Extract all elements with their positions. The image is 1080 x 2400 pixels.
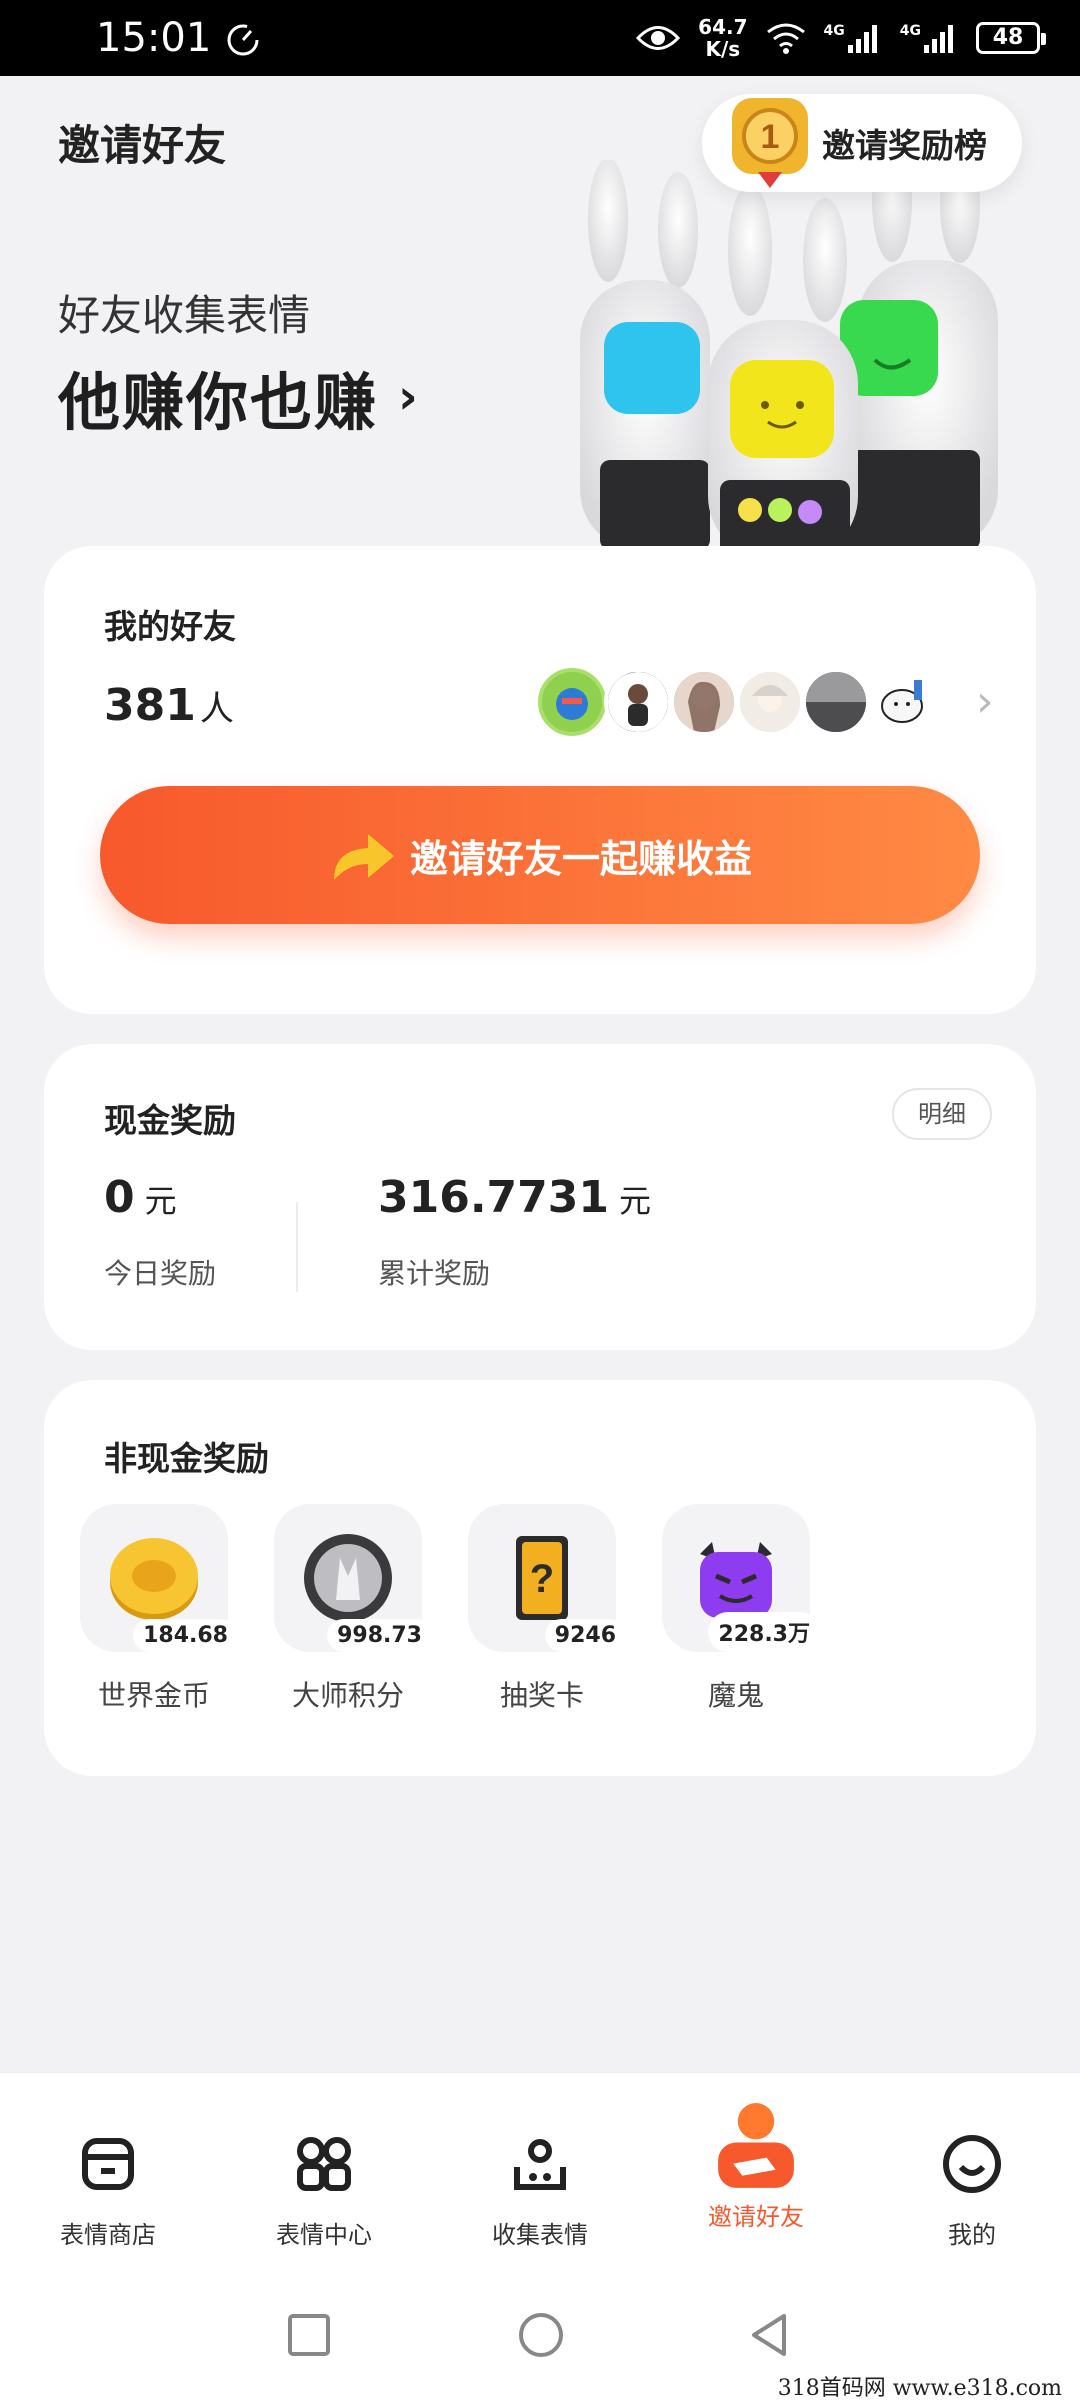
bottom-nav: 表情商店 表情中心 收集表情 邀请好友 我的 (0, 2072, 1080, 2292)
reward-name: 世界金币 (97, 1679, 210, 1712)
battery-icon: 48 (976, 22, 1046, 54)
friend-avatars[interactable] (538, 668, 936, 736)
mascot-illustration (580, 160, 998, 560)
nav-tab-collect[interactable]: 收集表情 (460, 2131, 620, 2250)
cash-reward-title: 现金奖励 (104, 1101, 236, 1140)
cash-reward-card: 现金奖励 明细 0元 今日奖励 316.7731 元 累计奖励 (44, 1044, 1036, 1350)
invite-friends-label: 邀请好友一起赚收益 (409, 836, 752, 881)
my-friends-title: 我的好友 (104, 607, 236, 646)
svg-text:?: ? (530, 1557, 554, 1601)
nav-label: 表情中心 (276, 2221, 372, 2249)
hero-headline-link[interactable]: 他赚你也赚 › (58, 352, 420, 442)
reward-item-lottery-card[interactable]: ? 9246 抽奖卡 (468, 1504, 626, 1714)
noncash-reward-list: 184.68 世界金币 998.73 大师积分 ? 9246 抽奖卡 228.3… (80, 1504, 820, 1714)
reward-icon-box: 184.68 (80, 1504, 238, 1652)
reward-ranking-button[interactable]: 1 邀请奖励榜 (702, 94, 1022, 192)
smile-icon (943, 2135, 1001, 2193)
divider (296, 1202, 298, 1292)
friend-count-unit: 人 (199, 689, 234, 729)
chevron-right-icon[interactable]: › (976, 676, 994, 727)
signal-bars-icon (847, 25, 877, 53)
nav-label: 邀请好友 (708, 2203, 804, 2231)
status-time: 15:01 (96, 15, 212, 61)
eye-icon (636, 26, 681, 50)
nav-tab-emoji-center[interactable]: 表情中心 (244, 2131, 404, 2250)
avatar (604, 668, 672, 736)
total-reward-value: 316.7731 元 (378, 1172, 652, 1223)
signal-1: 4G (824, 23, 882, 53)
wifi-icon (766, 23, 805, 54)
hero-headline: 他赚你也赚 (58, 366, 379, 439)
master-points-icon (304, 1534, 392, 1622)
avatar (802, 668, 870, 736)
noncash-reward-card: 非现金奖励 184.68 世界金币 998.73 大师积分 ? 9246 抽奖卡… (44, 1380, 1036, 1776)
gold-coin-icon (110, 1538, 198, 1620)
friend-count: 381 人 (104, 680, 234, 731)
page-title: 邀请好友 (58, 121, 227, 170)
speedometer-icon (227, 24, 259, 56)
reward-name: 大师积分 (291, 1679, 404, 1712)
reward-item-devil[interactable]: 228.3万 魔鬼 (662, 1504, 820, 1714)
recents-square-icon[interactable] (284, 2310, 334, 2360)
collect-icon (514, 2139, 566, 2190)
my-friends-card: 我的好友 381 人 › 邀请好友一起赚收益 (44, 546, 1036, 1014)
reward-value: 228.3万 (708, 1612, 820, 1652)
back-triangle-icon[interactable] (744, 2310, 794, 2360)
reward-value: 9246 (544, 1619, 626, 1652)
chevron-right-icon: › (398, 369, 420, 425)
total-reward-label: 累计奖励 (378, 1257, 491, 1290)
signal-bars-icon (924, 25, 953, 53)
nav-label: 我的 (948, 2221, 996, 2249)
nav-label: 表情商店 (60, 2221, 156, 2249)
signal-2: 4G (900, 23, 958, 53)
grid-icon (297, 2137, 351, 2191)
reward-item-world-coin[interactable]: 184.68 世界金币 (80, 1504, 238, 1714)
hero-subtitle: 好友收集表情 (58, 291, 311, 340)
invite-icon (718, 2103, 794, 2188)
net-speed: 64.7 K/s (698, 15, 748, 61)
lottery-card-icon: ? (516, 1536, 568, 1620)
reward-name: 抽奖卡 (499, 1679, 584, 1712)
status-bar: 15:01 64.7 K/s 4G 4G 48 (0, 0, 1080, 76)
invite-friends-button[interactable]: 邀请好友一起赚收益 (100, 786, 980, 924)
nav-tab-invite-friends[interactable]: 邀请好友 (676, 2097, 836, 2232)
reward-name: 魔鬼 (707, 1679, 764, 1712)
noncash-reward-title: 非现金奖励 (104, 1439, 269, 1478)
nav-tab-me[interactable]: 我的 (892, 2131, 1052, 2250)
friend-count-value: 381 (104, 680, 196, 731)
avatar (736, 668, 804, 736)
svg-text:1: 1 (761, 118, 780, 156)
today-reward-value: 0元 (104, 1172, 177, 1223)
reward-item-master-points[interactable]: 998.73 大师积分 (274, 1504, 432, 1714)
avatar (670, 668, 738, 736)
gold-medal-icon: 1 (732, 98, 808, 188)
reward-icon-box: 998.73 (274, 1504, 432, 1652)
nav-tab-emoji-shop[interactable]: 表情商店 (28, 2131, 188, 2250)
reward-value: 998.73 (327, 1619, 432, 1652)
home-circle-icon[interactable] (516, 2310, 566, 2360)
avatar (538, 668, 606, 736)
reward-icon-box: ? 9246 (468, 1504, 626, 1652)
detail-button[interactable]: 明细 (892, 1088, 992, 1140)
watermark: 318首码网 www.e318.com (777, 2376, 1062, 2400)
reward-ranking-label: 邀请奖励榜 (822, 126, 987, 165)
share-arrow-icon (333, 834, 394, 880)
reward-value: 184.68 (133, 1619, 238, 1652)
reward-icon-box: 228.3万 (662, 1504, 820, 1652)
avatar (868, 668, 936, 736)
nav-label: 收集表情 (492, 2221, 588, 2249)
today-reward-label: 今日奖励 (104, 1257, 217, 1290)
shop-icon (82, 2138, 134, 2190)
